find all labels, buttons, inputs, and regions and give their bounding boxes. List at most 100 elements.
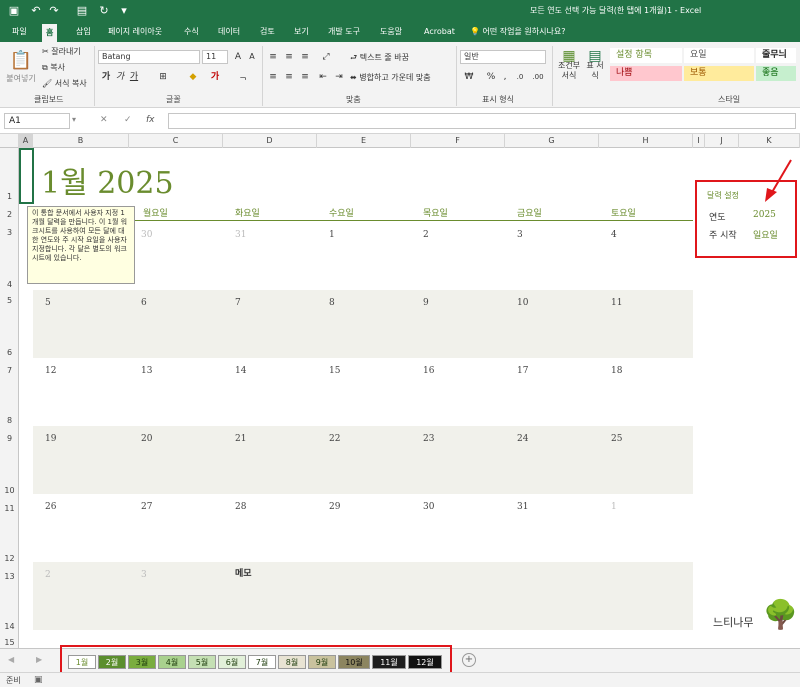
row-header[interactable]: 3 — [0, 228, 19, 237]
day-number[interactable]: 16 — [423, 366, 434, 376]
fill-color-icon[interactable]: ◆ — [186, 70, 200, 84]
align-right-icon[interactable]: ≡ — [298, 70, 312, 84]
row-header[interactable]: 12 — [0, 554, 19, 563]
enter-icon[interactable]: ✓ — [124, 115, 132, 125]
worksheet-grid[interactable]: 1월 2025 월요일 화요일 수요일 목요일 금요일 토요일 30 31 1 … — [19, 148, 800, 648]
column-header[interactable]: J — [705, 134, 739, 148]
row-header[interactable]: 14 — [0, 622, 19, 631]
customize-icon[interactable]: ▾ — [116, 3, 132, 19]
sheet-tab-jul[interactable]: 7월 — [248, 655, 276, 669]
day-number[interactable]: 29 — [329, 502, 340, 512]
row-header[interactable]: 6 — [0, 348, 19, 357]
cell-style-bad[interactable]: 나쁨 — [610, 66, 682, 81]
cut-button[interactable]: ✂ 잘라내기 — [42, 46, 81, 57]
save-icon[interactable]: ▣ — [6, 3, 22, 19]
day-number[interactable]: 7 — [235, 298, 241, 308]
cell-style-neutral[interactable]: 보통 — [684, 66, 754, 81]
percent-icon[interactable]: % — [484, 70, 498, 84]
week-start-value-cell[interactable]: 일요일 — [753, 228, 778, 241]
currency-icon[interactable]: ₩ — [462, 70, 476, 84]
column-header[interactable]: B — [33, 134, 129, 148]
day-number[interactable]: 21 — [235, 434, 246, 444]
day-number[interactable]: 1 — [329, 230, 335, 240]
indent-increase-icon[interactable]: ⇥ — [332, 70, 346, 84]
tab-formulas[interactable]: 수식 — [180, 22, 203, 42]
bold-button[interactable]: 가 — [100, 70, 112, 84]
row-header[interactable]: 7 — [0, 366, 19, 375]
tab-review[interactable]: 검토 — [256, 22, 279, 42]
day-number[interactable]: 28 — [235, 502, 246, 512]
select-all-corner[interactable] — [0, 134, 19, 148]
row-header[interactable]: 4 — [0, 280, 19, 289]
sheet-tab-may[interactable]: 5월 — [188, 655, 216, 669]
day-number[interactable]: 2 — [423, 230, 429, 240]
prev-sheet-icon[interactable]: ◀ — [8, 655, 14, 664]
cancel-icon[interactable]: ✕ — [100, 115, 108, 125]
column-header[interactable]: E — [317, 134, 411, 148]
row-header[interactable]: 1 — [0, 192, 19, 201]
column-header[interactable]: F — [411, 134, 505, 148]
tab-developer[interactable]: 개발 도구 — [324, 22, 364, 42]
sheet-tab-jun[interactable]: 6월 — [218, 655, 246, 669]
macro-record-icon[interactable]: ▣ — [34, 675, 43, 685]
day-number[interactable]: 23 — [423, 434, 434, 444]
formula-input[interactable] — [168, 113, 796, 129]
column-header[interactable]: C — [129, 134, 223, 148]
number-format-select[interactable]: 일반 — [460, 50, 546, 64]
day-number[interactable]: 25 — [611, 434, 622, 444]
column-header[interactable]: K — [739, 134, 800, 148]
cell-style-stripe[interactable]: 줄무늬 — [756, 48, 796, 63]
cell-style-good[interactable]: 좋음 — [756, 66, 796, 81]
sheet-tab-apr[interactable]: 4월 — [158, 655, 186, 669]
day-number[interactable]: 14 — [235, 366, 246, 376]
align-top-icon[interactable]: ≡ — [266, 50, 280, 64]
cell-style-weekday[interactable]: 요일 — [684, 48, 754, 63]
align-center-icon[interactable]: ≡ — [282, 70, 296, 84]
indent-decrease-icon[interactable]: ⇤ — [316, 70, 330, 84]
sheet-tab-jan[interactable]: 1월 — [68, 655, 96, 669]
day-number[interactable]: 20 — [141, 434, 152, 444]
sheet-tab-aug[interactable]: 8월 — [278, 655, 306, 669]
shrink-font-icon[interactable]: A — [246, 50, 258, 64]
underline-button[interactable]: 가 — [128, 70, 140, 84]
format-as-table-button[interactable]: ▤ 표 서식 — [584, 49, 606, 90]
form-icon[interactable]: ▤ — [74, 3, 90, 19]
row-header[interactable]: 10 — [0, 486, 19, 495]
grow-font-icon[interactable]: A — [232, 50, 244, 64]
day-number[interactable]: 3 — [141, 570, 147, 580]
align-left-icon[interactable]: ≡ — [266, 70, 280, 84]
day-number[interactable]: 1 — [611, 502, 617, 512]
active-cell-a1[interactable] — [19, 148, 34, 204]
add-sheet-icon[interactable]: + — [462, 653, 476, 667]
align-bottom-icon[interactable]: ≡ — [298, 50, 312, 64]
font-size-select[interactable]: 11 — [202, 50, 228, 64]
undo-icon[interactable]: ↶ — [28, 3, 44, 19]
align-middle-icon[interactable]: ≡ — [282, 50, 296, 64]
tab-file[interactable]: 파일 — [8, 22, 31, 42]
day-number[interactable]: 31 — [235, 230, 246, 240]
merge-center-button[interactable]: ⬌ 병합하고 가운데 맞춤 — [350, 72, 431, 83]
row-header[interactable]: 13 — [0, 572, 19, 581]
row-header[interactable]: 11 — [0, 504, 19, 513]
row-header[interactable]: 5 — [0, 296, 19, 305]
orientation-icon[interactable]: ⤢ — [318, 50, 334, 64]
cell-style-settings[interactable]: 설정 항목 — [610, 48, 682, 63]
sheet-tab-mar[interactable]: 3월 — [128, 655, 156, 669]
format-painter-button[interactable]: 🖌 서식 복사 — [42, 78, 87, 89]
border-icon[interactable]: ⊞ — [156, 70, 170, 84]
name-box-dropdown-icon[interactable]: ▾ — [72, 115, 76, 124]
row-header[interactable]: 15 — [0, 638, 19, 647]
sheet-tab-feb[interactable]: 2월 — [98, 655, 126, 669]
day-number[interactable]: 31 — [517, 502, 528, 512]
day-number[interactable]: 22 — [329, 434, 340, 444]
column-header[interactable]: G — [505, 134, 599, 148]
column-header[interactable]: A — [19, 134, 33, 148]
sheet-tab-oct[interactable]: 10월 — [338, 655, 370, 669]
name-box[interactable]: A1 — [4, 113, 70, 129]
font-name-select[interactable]: Batang — [98, 50, 200, 64]
wrap-text-button[interactable]: ⮐ 텍스트 줄 바꿈 — [350, 52, 409, 66]
day-number[interactable]: 27 — [141, 502, 152, 512]
day-number[interactable]: 15 — [329, 366, 340, 376]
day-number[interactable]: 17 — [517, 366, 528, 376]
italic-button[interactable]: 가 — [114, 70, 126, 84]
